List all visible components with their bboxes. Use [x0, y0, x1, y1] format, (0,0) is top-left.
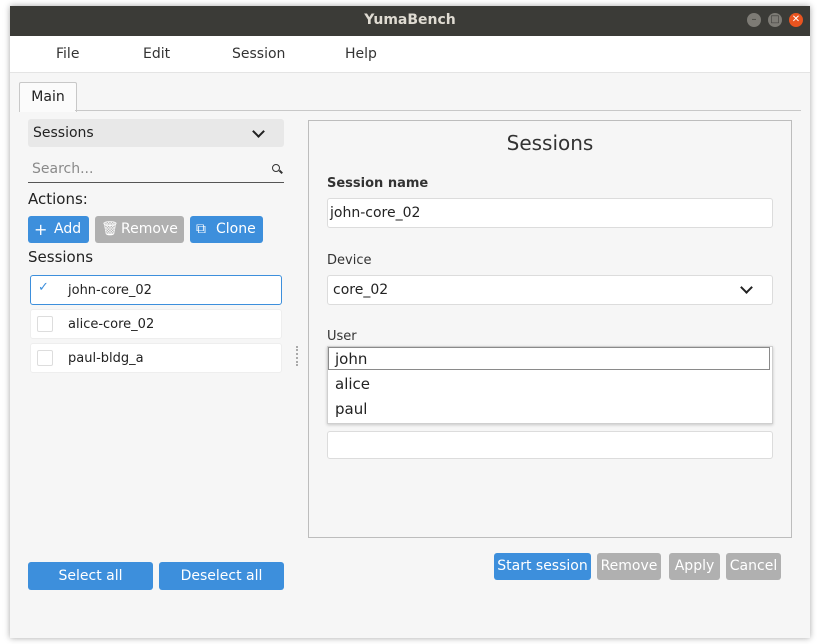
view-select-value: Sessions	[33, 125, 94, 141]
list-item-label: john-core_02	[68, 283, 152, 298]
tab-divider	[75, 110, 801, 111]
maximize-icon[interactable]: □	[768, 13, 782, 27]
app-window: YumaBench – □ ✕ File Edit Session Help M…	[10, 6, 810, 638]
select-all-button[interactable]: Select all	[28, 562, 153, 590]
session-form-panel: Sessions Session name john-core_02 Devic…	[308, 120, 792, 538]
splitter-handle[interactable]	[296, 346, 300, 366]
menu-session[interactable]: Session	[232, 46, 285, 62]
start-session-button[interactable]: Start session	[494, 553, 591, 580]
remove-session-button[interactable]: 🗑 Remove	[95, 216, 184, 243]
window-title: YumaBench	[364, 12, 456, 28]
clone-button[interactable]: ⧉ Clone	[190, 216, 263, 243]
clone-button-label: Clone	[216, 221, 256, 237]
list-item[interactable]: paul-bldg_a	[30, 343, 282, 373]
view-select[interactable]: Sessions	[28, 119, 284, 147]
trash-icon: 🗑	[101, 221, 119, 237]
user-label: User	[327, 329, 357, 344]
copy-icon: ⧉	[196, 221, 206, 237]
user-option[interactable]: paul	[328, 397, 770, 421]
menu-bar: File Edit Session Help	[10, 36, 810, 73]
close-icon[interactable]: ✕	[789, 13, 803, 27]
menu-edit[interactable]: Edit	[143, 46, 170, 62]
title-bar: YumaBench – □ ✕	[10, 6, 810, 36]
list-item-label: paul-bldg_a	[68, 351, 144, 366]
device-select-value: core_02	[333, 282, 389, 298]
search-icon	[272, 164, 280, 172]
session-name-value: john-core_02	[330, 205, 421, 221]
check-icon[interactable]: ✓	[38, 280, 49, 295]
sessions-label: Sessions	[28, 248, 94, 266]
menu-help[interactable]: Help	[345, 46, 377, 62]
user-option[interactable]: alice	[328, 372, 770, 396]
add-button[interactable]: + Add	[28, 216, 89, 243]
list-item[interactable]: alice-core_02	[30, 309, 282, 339]
device-label: Device	[327, 253, 372, 268]
menu-file[interactable]: File	[56, 46, 79, 62]
add-button-label: Add	[54, 221, 82, 237]
chevron-down-icon	[740, 281, 753, 294]
user-option-label: alice	[335, 375, 371, 393]
list-item[interactable]: ✓ john-core_02	[30, 275, 282, 305]
minimize-icon[interactable]: –	[747, 13, 761, 27]
actions-label: Actions:	[28, 190, 88, 208]
checkbox[interactable]	[37, 316, 53, 332]
remove-session-button-label: Remove	[121, 221, 178, 237]
search-field[interactable]: Search...	[28, 156, 284, 183]
panel-title: Sessions	[506, 131, 594, 155]
user-dropdown-list: john alice paul	[327, 346, 773, 424]
session-name-field[interactable]: john-core_02	[327, 198, 773, 228]
search-input[interactable]: Search...	[32, 161, 93, 177]
device-select[interactable]: core_02	[327, 275, 773, 305]
deselect-all-button[interactable]: Deselect all	[159, 562, 284, 590]
chevron-down-icon	[252, 125, 265, 138]
list-item-label: alice-core_02	[68, 317, 155, 332]
cancel-button[interactable]: Cancel	[726, 553, 781, 580]
plus-icon: +	[34, 220, 48, 239]
user-option-label: john	[335, 350, 368, 368]
apply-button[interactable]: Apply	[669, 553, 720, 580]
session-name-label: Session name	[327, 176, 429, 191]
user-option-label: paul	[335, 400, 368, 418]
tab-main[interactable]: Main	[19, 82, 77, 112]
hidden-field[interactable]	[327, 431, 773, 459]
user-option[interactable]: john	[328, 347, 770, 370]
checkbox[interactable]	[37, 350, 53, 366]
remove-button[interactable]: Remove	[597, 553, 661, 580]
